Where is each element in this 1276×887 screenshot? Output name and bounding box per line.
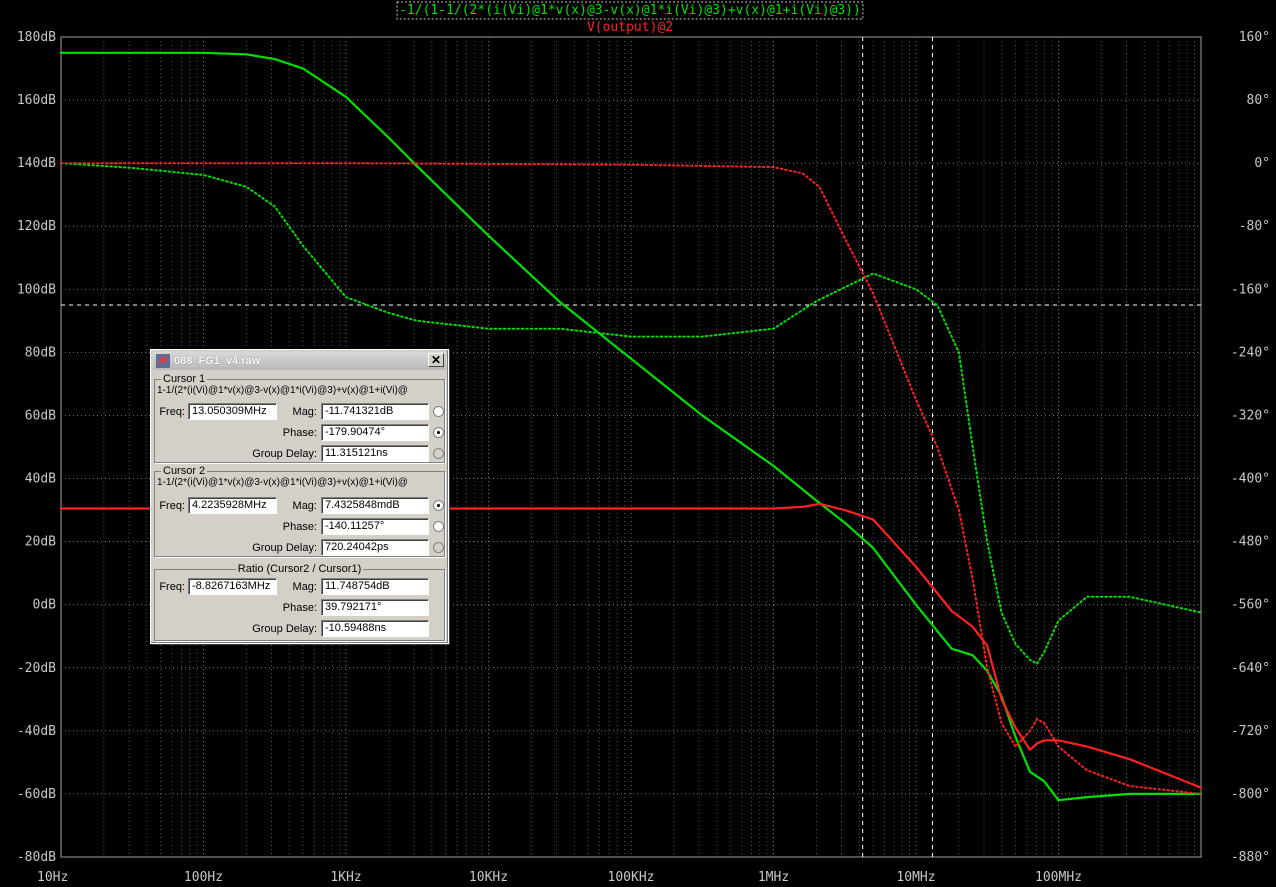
cursor2-groupdelay-field[interactable]: 720.24042ps <box>321 539 429 556</box>
cursor1-phase-radio[interactable] <box>433 427 444 438</box>
y-left-tick-label: -40dB <box>17 724 56 739</box>
y-right-tick-label: 80° <box>1247 93 1270 108</box>
cursor2-freq-label: Freq: <box>159 500 185 512</box>
x-tick-label: 10KHz <box>469 870 508 885</box>
cursor1-groupdelay-radio[interactable] <box>433 448 444 459</box>
x-tick-label: 100KHz <box>608 870 655 885</box>
cursor1-mag-label: Mag: <box>292 406 317 418</box>
cursor1-freq-label: Freq: <box>159 406 185 418</box>
y-left-tick-label: -60dB <box>17 787 56 802</box>
x-tick-label: 1MHz <box>758 870 789 885</box>
cursor2-freq-field[interactable]: 4.2235928MHz <box>188 497 277 514</box>
ratio-freq-field[interactable]: -8.8267163MHz <box>188 578 277 595</box>
y-right-tick-label: -160° <box>1231 282 1270 297</box>
y-left-tick-label: 0dB <box>33 598 57 613</box>
cursor1-groupdelay-field[interactable]: 11.315121ns <box>321 445 429 462</box>
cursor2-groupdelay-label: Group Delay: <box>252 542 317 554</box>
cursor1-legend: Cursor 1 <box>161 373 208 385</box>
trace2-label[interactable]: V(output)@2 <box>587 20 673 35</box>
y-right-tick-label: -560° <box>1231 598 1270 613</box>
y-left-tick-label: 180dB <box>17 30 56 45</box>
y-left-tick-label: 120dB <box>17 219 56 234</box>
cursor2-mag-field[interactable]: 7.4325848mdB <box>321 497 429 514</box>
cursor1-freq-field[interactable]: 13.050309MHz <box>188 403 277 420</box>
y-left-tick-label: 140dB <box>17 156 56 171</box>
y-right-tick-label: -720° <box>1231 724 1270 739</box>
cursor2-phase-label: Phase: <box>282 521 317 533</box>
ratio-group: Ratio (Cursor2 / Cursor1) Freq: -8.82671… <box>154 563 445 641</box>
x-tick-label: 1KHz <box>330 870 361 885</box>
cursor2-expression: 1-1/(2*(i(Vi)@1*v(x)@3-v(x)@1*i(Vi)@3)+v… <box>157 477 408 488</box>
y-right-tick-label: -640° <box>1231 661 1270 676</box>
y-right-tick-label: 0° <box>1254 156 1270 171</box>
ratio-phase-field[interactable]: 39.792171° <box>321 599 429 616</box>
cursor2-phase-radio[interactable] <box>433 521 444 532</box>
close-button[interactable]: ✕ <box>428 353 444 367</box>
cursor1-expression: 1-1/(2*(i(Vi)@1*v(x)@3-v(x)@1*i(Vi)@3)+v… <box>157 385 408 396</box>
ratio-freq-label: Freq: <box>159 581 185 593</box>
cursor1-mag-radio[interactable] <box>433 406 444 417</box>
y-right-tick-label: -480° <box>1231 535 1270 550</box>
cursor1-groupdelay-label: Group Delay: <box>252 448 317 460</box>
y-right-tick-label: -80° <box>1239 219 1270 234</box>
y-right-tick-label: -800° <box>1231 787 1270 802</box>
y-right-tick-label: -880° <box>1231 850 1270 865</box>
cursor2-phase-field[interactable]: -140.11257° <box>321 518 429 535</box>
x-tick-label: 10MHz <box>896 870 935 885</box>
y-left-tick-label: -20dB <box>17 661 56 676</box>
y-left-tick-label: 100dB <box>17 282 56 297</box>
cursor1-mag-field[interactable]: -11.741321dB <box>321 403 429 420</box>
y-left-tick-label: 40dB <box>25 472 56 487</box>
cursor1-group: Cursor 1 1-1/(2*(i(Vi)@1*v(x)@3-v(x)@1*i… <box>154 373 445 463</box>
y-left-tick-label: 160dB <box>17 93 56 108</box>
ratio-groupdelay-field[interactable]: -10.59488ns <box>321 620 429 637</box>
cursor2-mag-radio[interactable] <box>433 500 444 511</box>
ratio-groupdelay-label: Group Delay: <box>252 623 317 635</box>
x-tick-label: 10Hz <box>37 870 68 885</box>
y-right-tick-label: -400° <box>1231 472 1270 487</box>
cursor1-phase-field[interactable]: -179.90474° <box>321 424 429 441</box>
cursor1-phase-label: Phase: <box>282 427 317 439</box>
x-tick-label: 100MHz <box>1035 870 1082 885</box>
cursor2-groupdelay-radio[interactable] <box>433 542 444 553</box>
cursor2-mag-label: Mag: <box>292 500 317 512</box>
ratio-phase-label: Phase: <box>282 602 317 614</box>
ltspice-app-icon <box>156 354 170 368</box>
trace1-label[interactable]: -1/(1-1/(2*(i(Vi)@1*v(x)@3-v(x)@1*i(Vi)@… <box>399 3 861 18</box>
y-left-tick-label: 20dB <box>25 535 56 550</box>
y-left-tick-label: -80dB <box>17 850 56 865</box>
y-left-tick-label: 60dB <box>25 408 56 423</box>
ratio-mag-field[interactable]: 11.748754dB <box>321 578 429 595</box>
y-right-tick-label: 160° <box>1239 30 1270 45</box>
x-tick-label: 100Hz <box>184 870 223 885</box>
ratio-legend: Ratio (Cursor2 / Cursor1) <box>235 563 364 575</box>
dialog-title: 088_FG1_v4.raw <box>174 355 261 367</box>
dialog-titlebar[interactable]: 088_FG1_v4.raw ✕ <box>153 352 446 370</box>
cursor-dialog[interactable]: 088_FG1_v4.raw ✕ Cursor 1 1-1/(2*(i(Vi)@… <box>150 349 449 644</box>
cursor2-legend: Cursor 2 <box>161 465 208 477</box>
y-left-tick-label: 80dB <box>25 345 56 360</box>
cursor2-group: Cursor 2 1-1/(2*(i(Vi)@1*v(x)@3-v(x)@1*i… <box>154 465 445 557</box>
y-right-tick-label: -320° <box>1231 408 1270 423</box>
ratio-mag-label: Mag: <box>292 581 317 593</box>
y-right-tick-label: -240° <box>1231 345 1270 360</box>
